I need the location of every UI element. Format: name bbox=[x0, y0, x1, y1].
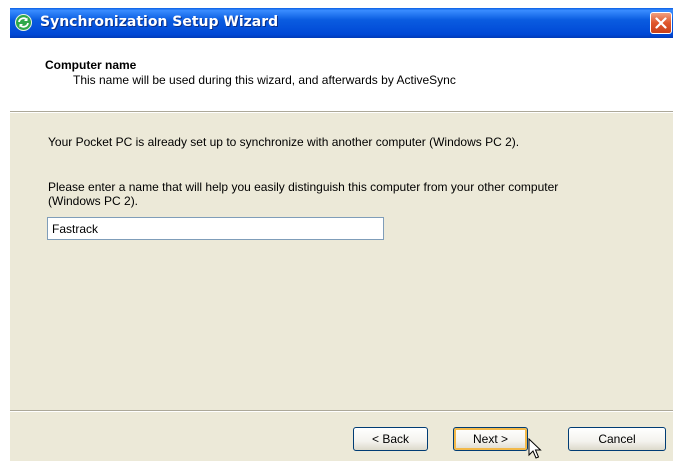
already-setup-text: Your Pocket PC is already set up to sync… bbox=[48, 135, 520, 149]
footer-divider bbox=[10, 410, 673, 412]
close-button[interactable] bbox=[650, 12, 672, 34]
computer-name-input[interactable] bbox=[47, 217, 384, 240]
header-subtitle: This name will be used during this wizar… bbox=[73, 73, 456, 87]
mouse-pointer-icon bbox=[528, 437, 542, 461]
title-bar[interactable]: Synchronization Setup Wizard bbox=[10, 8, 673, 38]
next-button[interactable]: Next > bbox=[453, 427, 528, 451]
activesync-icon bbox=[15, 14, 32, 31]
close-icon bbox=[655, 17, 667, 29]
enter-name-instructions: Please enter a name that will help you e… bbox=[48, 180, 559, 208]
cancel-button[interactable]: Cancel bbox=[568, 427, 666, 451]
back-button[interactable]: < Back bbox=[353, 427, 428, 451]
wizard-header: Computer name This name will be used dur… bbox=[10, 38, 673, 111]
header-title: Computer name bbox=[45, 58, 137, 72]
header-divider bbox=[10, 111, 673, 113]
window-title: Synchronization Setup Wizard bbox=[40, 14, 279, 30]
wizard-window: Synchronization Setup Wizard Computer na… bbox=[10, 8, 673, 461]
